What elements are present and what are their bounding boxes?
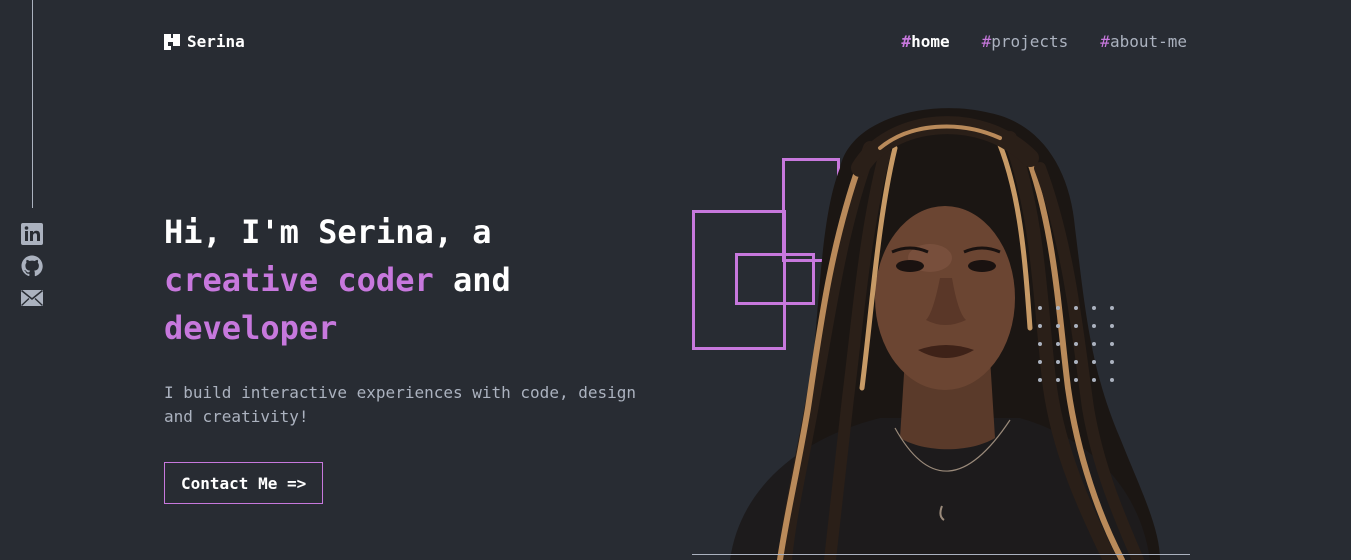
nav-hash: # (901, 32, 912, 51)
portrait-baseline (692, 554, 1190, 555)
nav-label: projects (991, 32, 1069, 51)
nav-hash: # (1100, 32, 1110, 51)
nav-label: about-me (1109, 32, 1187, 51)
contact-me-button[interactable]: Contact Me => (164, 462, 324, 504)
social-links (20, 222, 44, 310)
rail-line (32, 0, 33, 208)
nav-projects[interactable]: #projects (982, 32, 1069, 51)
hero-subtitle: I build interactive experiences with cod… (164, 383, 637, 426)
brand-name: Serina (187, 32, 245, 51)
linkedin-icon[interactable] (20, 222, 44, 246)
hero-title: Hi, I'm Serina, a creative coder and dev… (164, 208, 684, 352)
nav-hash: # (981, 32, 992, 51)
main-nav: #home #projects #about-me (901, 32, 1187, 51)
github-icon[interactable] (20, 254, 44, 278)
hero-accent-developer: developer (164, 309, 338, 347)
hero-accent-creative-coder: creative coder (164, 261, 434, 299)
decor-dots (1038, 306, 1114, 382)
nav-home[interactable]: #home (901, 32, 949, 51)
brand-logo[interactable]: Serina (164, 32, 245, 51)
portrait-image (730, 108, 1160, 560)
hero-line-1: Hi, I'm Serina, a (164, 213, 492, 251)
page: Serina #home #projects #about-me Hi, I'm… (0, 0, 1351, 560)
hero-illustration (690, 108, 1190, 560)
mail-icon[interactable] (20, 286, 44, 310)
nav-label: home (911, 32, 950, 51)
hero-and: and (433, 261, 511, 299)
nav-about-me[interactable]: #about-me (1100, 32, 1187, 51)
logo-mark-icon (164, 33, 180, 50)
